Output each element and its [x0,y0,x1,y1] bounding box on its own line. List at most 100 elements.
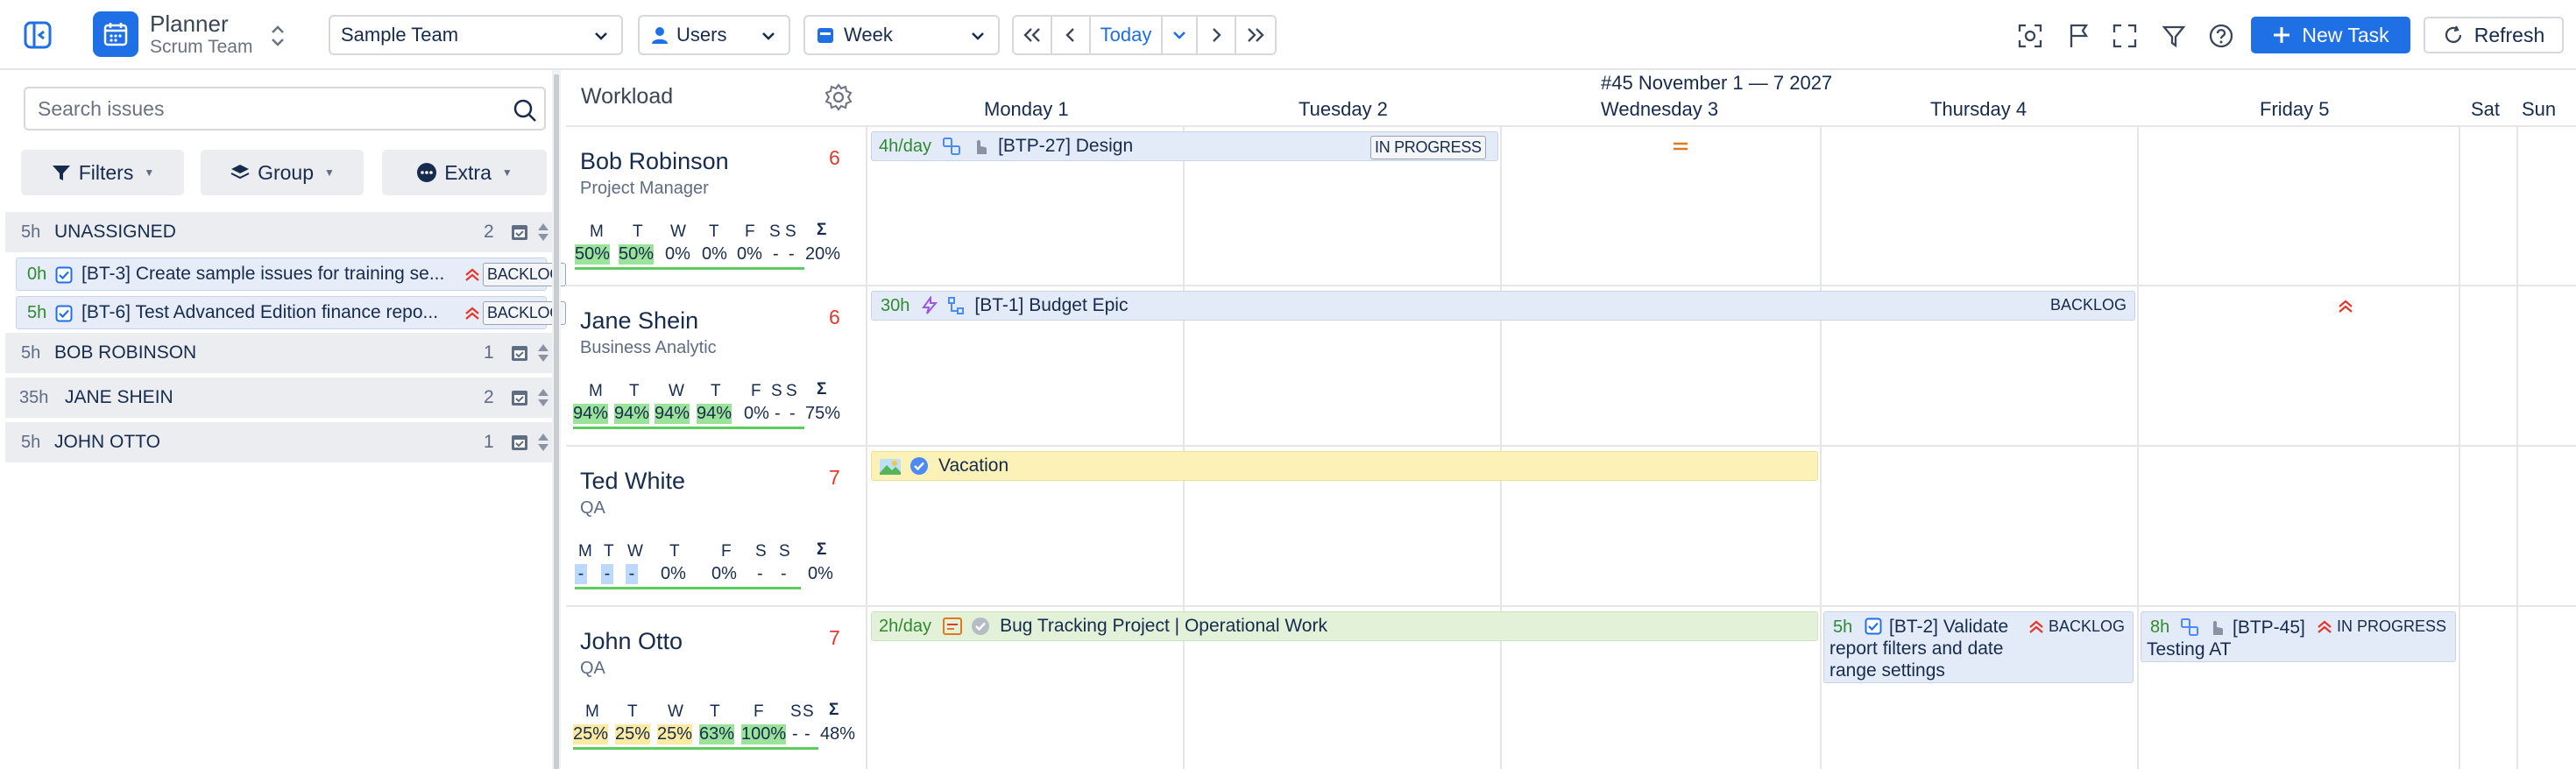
flag-icon[interactable] [2064,21,2094,51]
person-role: QA [580,498,605,518]
first-page-icon[interactable] [1014,17,1052,53]
today-dropdown-chevron-icon[interactable] [1163,17,1198,53]
task-title: [BT-1] Budget Epic [974,295,1129,315]
team-select[interactable]: Sample Team [329,15,623,55]
person-role: QA [580,659,605,678]
person-issue-count: 6 [829,306,840,328]
group-name: UNASSIGNED [54,222,176,242]
day-letter: W [670,222,686,241]
grid-line [866,127,867,769]
app-switcher-chevron-icon[interactable] [267,22,288,50]
group-button[interactable]: Group ▼ [201,150,364,195]
date-navigation: Today [1012,15,1277,55]
filter-funnel-icon[interactable] [2159,21,2189,51]
day-letter: W [668,702,683,721]
today-button[interactable]: Today [1091,17,1163,53]
group-row-bob-robinson[interactable]: 5h BOB ROBINSON 1 [5,333,554,373]
day-letter: M [589,382,603,400]
hand-pointer-icon [977,140,987,154]
refresh-icon [2445,25,2461,44]
app-subtitle: Scrum Team [150,37,253,57]
load-underline [575,587,801,589]
person-row[interactable]: Bob Robinson Project Manager 6 M T W T F… [566,127,866,285]
task-title: Testing AT [2147,639,2232,660]
users-select[interactable]: Users [638,15,790,55]
priority-medium-icon [1674,142,1688,151]
person-issue-count: 6 [829,146,840,169]
day-load-pct: 94% [697,404,732,424]
sort-icon[interactable] [536,342,550,364]
gear-icon[interactable] [824,82,853,112]
group-row-john-otto[interactable]: 5h JOHN OTTO 1 [5,422,554,462]
day-letter: M [578,542,592,561]
day-load-pct: 50% [619,244,655,265]
last-page-icon[interactable] [1236,17,1275,53]
panel-resize-handle[interactable] [552,70,561,769]
toggle-sidebar-icon[interactable] [23,20,53,50]
load-underline [573,427,804,429]
view-select[interactable]: Week [803,15,1000,55]
day-load-pct: - [804,724,810,744]
new-task-button[interactable]: New Task [2251,17,2410,53]
person-row[interactable]: Jane Shein Business Analytic 6 M T W T F… [566,286,866,444]
sort-icon[interactable] [536,386,550,409]
day-letter: T [711,382,721,400]
chevron-down-icon [595,32,607,40]
issue-row[interactable]: 0h [BT-3] Create sample issues for train… [16,258,566,291]
task-bar-vacation[interactable]: Vacation [871,451,1818,481]
refresh-button[interactable]: Refresh [2424,17,2564,53]
sort-icon[interactable] [536,221,550,243]
calendar-check-icon[interactable] [510,388,529,407]
total-load-pct: 20% [805,244,841,264]
sigma-label: Σ [817,380,827,399]
group-name: JOHN OTTO [54,432,160,452]
day-letter: T [669,542,680,561]
task-bar-validate[interactable]: 5h [BT-2] Validate report filters and da… [1823,611,2134,683]
search-icon[interactable] [513,98,537,123]
day-letter: S [769,222,781,241]
screenshot-focus-icon[interactable] [2015,21,2045,51]
priority-high-icon [2318,620,2332,633]
refresh-label: Refresh [2473,23,2545,46]
day-letter: S [790,702,802,721]
team-select-value: Sample Team [341,24,459,46]
day-load-pct: - [601,564,613,584]
sort-icon[interactable] [536,431,550,454]
extra-button[interactable]: Extra ▼ [382,150,547,195]
fullscreen-icon[interactable] [2110,21,2140,51]
person-row[interactable]: John Otto QA 7 M T W T F S S Σ 25% 25% 2… [566,607,866,766]
total-load-pct: 48% [820,724,856,744]
day-load-pct: 100% [741,724,787,744]
calendar-check-icon[interactable] [510,222,529,242]
day-load-pct: - [757,564,763,583]
task-bar-design[interactable]: 4h/day [BTP-27] Design IN PROGRESS [871,131,1688,161]
task-rate: 4h/day [879,136,932,156]
issue-row[interactable]: 5h [BT-6] Test Advanced Edition finance … [16,296,566,329]
extra-label: Extra [444,160,492,184]
task-bar-testing[interactable]: 8h [BTP-45] IN PROGRESS Testing AT [2141,611,2456,662]
task-bar-bug-tracking[interactable]: 2h/day Bug Tracking Project | Operationa… [871,611,1818,641]
previous-icon[interactable] [1052,17,1091,53]
form-icon [943,617,963,635]
next-icon[interactable] [1198,17,1236,53]
calendar-check-icon[interactable] [510,343,529,363]
search-input[interactable] [38,97,493,121]
day-letter: S [779,542,790,561]
group-row-jane-shein[interactable]: 35h JANE SHEIN 2 [5,377,554,418]
workload-calendar: Workload #45 November 1 — 7 2027 Monday … [566,70,2576,769]
help-icon[interactable] [2206,21,2236,51]
day-letter: F [745,222,755,241]
group-row-unassigned[interactable]: 5h UNASSIGNED 2 [5,212,554,252]
day-header-thursday: Thursday 4 [1930,98,2028,120]
task-title: Bug Tracking Project | Operational Work [1000,616,1327,636]
calendar-check-icon[interactable] [510,433,529,452]
filters-button[interactable]: Filters ▼ [21,150,184,195]
load-underline [573,747,818,750]
person-role: Business Analytic [580,338,717,357]
person-row[interactable]: Ted White QA 7 M T W T F S S Σ - - - 0% … [566,447,866,604]
task-status-badge: IN PROGRESS [1370,136,1486,159]
grid-line [566,605,2576,607]
person-role: Project Manager [580,179,709,198]
day-load-pct: - [789,244,795,264]
task-bar-budget-epic[interactable]: 30h [BT-1] Budget Epic BACKLOG [871,291,2353,321]
